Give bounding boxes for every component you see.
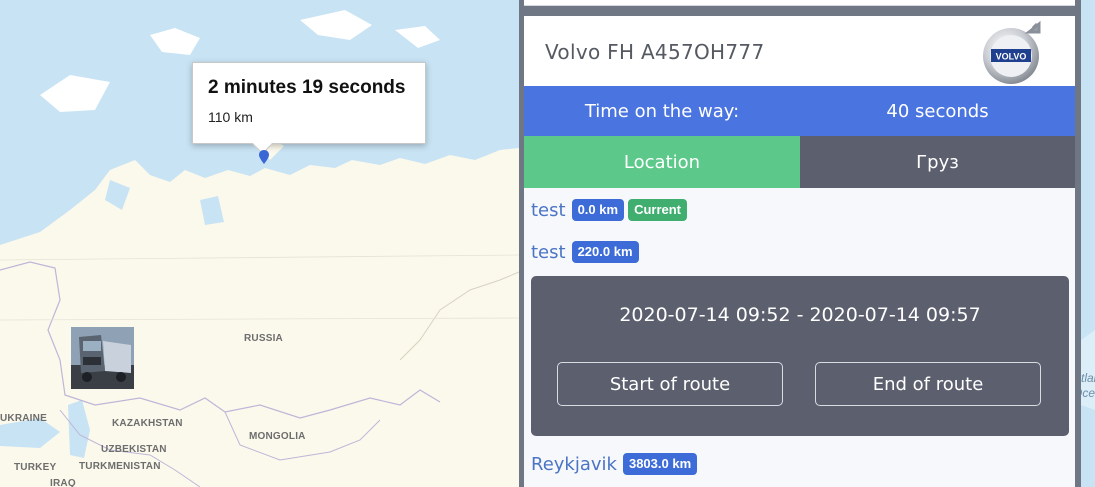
map-popup: 2 minutes 19 seconds 110 km (192, 62, 426, 155)
list-item: Reykjavik 3803.0 km (531, 450, 1068, 478)
vehicle-name: Volvo FH A457OH777 (545, 40, 765, 64)
status-badge: Current (628, 199, 688, 221)
distance-badge: 220.0 km (571, 241, 639, 263)
time-on-the-way-value: 40 seconds (886, 100, 989, 122)
distance-badge: 3803.0 km (622, 453, 698, 475)
map-pin-icon[interactable] (259, 150, 269, 164)
route-points-list: test 0.0 km Current test 220.0 km 2020-0… (524, 188, 1075, 478)
popup-duration: 2 minutes 19 seconds (208, 77, 406, 98)
panel-gap (524, 6, 1075, 16)
popup-distance: 110 km (208, 109, 253, 125)
vehicle-panel: Volvo FH A457OH777 VOLVO Time on the way… (524, 0, 1075, 487)
end-of-route-button[interactable]: End of route (815, 362, 1041, 406)
list-item: test 0.0 km Current (531, 196, 1068, 224)
point-name-link[interactable]: test (531, 200, 566, 221)
start-of-route-button[interactable]: Start of route (557, 362, 783, 406)
tab-cargo[interactable]: Груз (800, 136, 1075, 188)
map-label-ukraine: UKRAINE (0, 413, 47, 424)
vehicle-header: Volvo FH A457OH777 VOLVO (524, 16, 1075, 86)
map-label-uzbekistan: UZBEKISTAN (101, 444, 167, 455)
time-on-the-way-label: Time on the way: (584, 100, 740, 122)
list-item: test 220.0 km (531, 238, 1068, 266)
map-label-kazakhstan: KAZAKHSTAN (112, 418, 183, 429)
volvo-logo-icon: VOLVO (983, 20, 1041, 84)
time-on-the-way-bar: Time on the way: 40 seconds (524, 86, 1075, 136)
map-label-russia: RUSSIA (244, 333, 283, 344)
point-name-link[interactable]: test (531, 242, 566, 263)
route-card: 2020-07-14 09:52 - 2020-07-14 09:57 Star… (531, 276, 1069, 436)
route-time-range: 2020-07-14 09:52 - 2020-07-14 09:57 (619, 304, 981, 326)
distance-badge: 0.0 km (571, 199, 625, 221)
truck-marker-image[interactable] (71, 327, 134, 389)
map-label-turkey: TURKEY (14, 462, 57, 473)
point-name-link[interactable]: Reykjavik (531, 454, 617, 475)
map-label-iraq: IRAQ (50, 478, 76, 487)
truck-icon (71, 327, 134, 389)
svg-text:VOLVO: VOLVO (996, 52, 1027, 62)
tab-location[interactable]: Location (524, 136, 800, 188)
map-label-turkmenistan: TURKMENISTAN (79, 461, 161, 472)
map-label-mongolia: MONGOLIA (249, 431, 306, 442)
panel-tabs: Location Груз (524, 136, 1075, 188)
